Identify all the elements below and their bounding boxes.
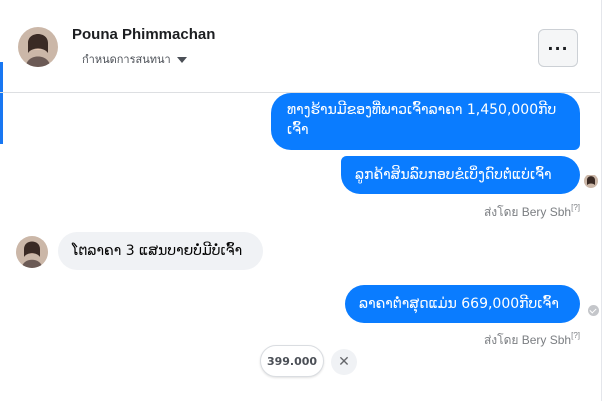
message-bubble[interactable]: ລູກຄ້າສິນລົບກອບຂໍເບິ່ງດົບຕໍ່ແບ່ເຈົ້າ — [341, 156, 580, 194]
seen-avatar-icon — [584, 174, 598, 188]
caret-down-icon — [176, 56, 187, 63]
schedule-dropdown[interactable]: กำหนดการสนทนา — [82, 50, 187, 68]
sent-by-label: ส่งโดย Bery Sbh[?] — [483, 203, 580, 219]
message-bubble[interactable]: ໂຕລາຄາ 3 ແສນບາຍບໍ່ມີບໍ່ເຈົ້າ — [58, 232, 263, 270]
message-bubble[interactable]: ລາຄາຕ່ຳສຸດແມ່ນ 669,000ກີບເຈົ້າ — [345, 285, 580, 323]
avatar[interactable] — [16, 236, 48, 268]
chat-header: Pouna Phimmachan กำหนดการสนทนา ··· — [0, 0, 600, 93]
contact-name[interactable]: Pouna Phimmachan — [72, 26, 215, 43]
sent-by-label: ส่งโดย Bery Sbh[?] — [483, 331, 580, 347]
schedule-label: กำหนดการสนทนา — [82, 53, 171, 66]
avatar[interactable] — [18, 27, 58, 67]
suggestion-chip[interactable]: 399.000 — [260, 345, 324, 377]
message-bubble[interactable]: ທາງຮ້ານມີຂອງທີ່ພາວເຈົ້າລາຄາ 1,450,000ກີບ… — [271, 93, 580, 150]
delivered-check-icon — [588, 305, 599, 316]
more-options-button[interactable]: ··· — [538, 29, 578, 67]
close-icon[interactable]: ✕ — [331, 349, 357, 375]
